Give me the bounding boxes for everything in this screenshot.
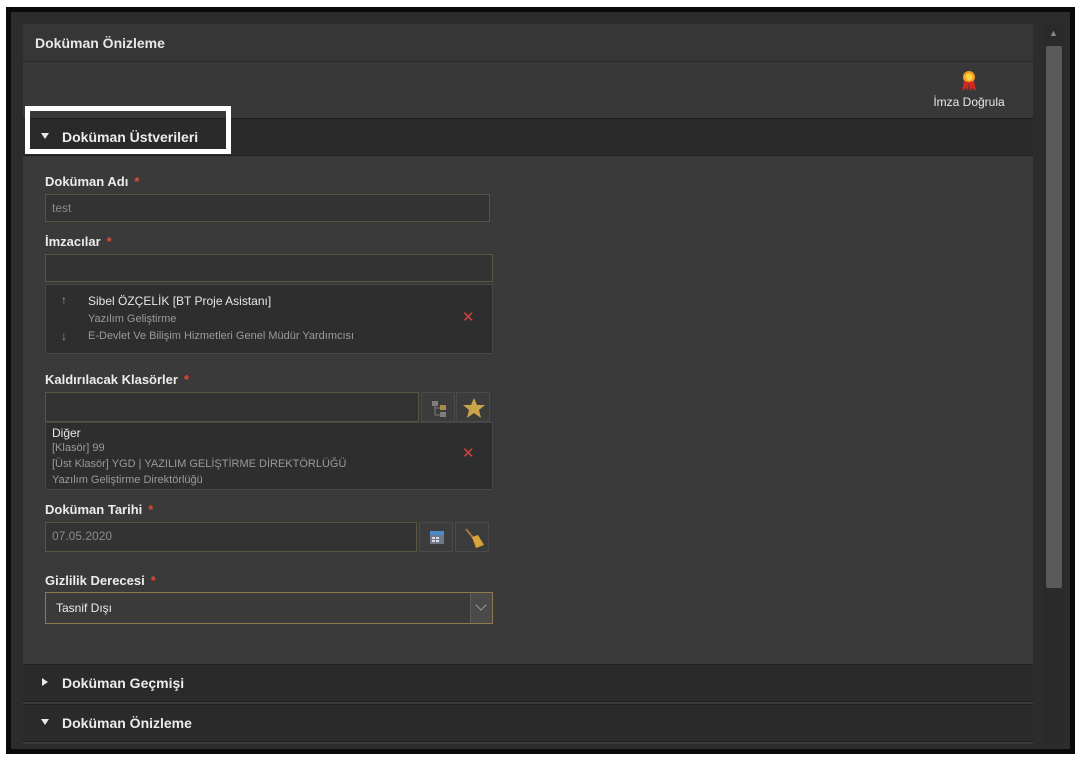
favorites-button[interactable] <box>456 392 490 422</box>
signers-label: İmzacılar * <box>45 234 112 249</box>
dialog-body: Doküman Önizleme İmza Doğrula Doküman Üs… <box>23 24 1033 744</box>
folder-unit: Yazılım Geliştirme Direktörlüğü <box>52 474 203 486</box>
section-preview-header[interactable]: Doküman Önizleme <box>23 704 1033 742</box>
privacy-select[interactable]: Tasnif Dışı <box>45 592 493 624</box>
window-title-bar: Doküman Önizleme <box>23 24 1033 62</box>
folder-tree-icon <box>432 401 446 417</box>
doc-date-label: Doküman Tarihi * <box>45 502 154 517</box>
signers-list: ↑ ↓ Sibel ÖZÇELİK [BT Proje Asistanı] Ya… <box>45 284 493 354</box>
privacy-selected-value: Tasnif Dışı <box>56 601 113 615</box>
privacy-label: Gizlilik Derecesi * <box>45 573 156 588</box>
verify-signature-button[interactable]: İmza Doğrula <box>927 70 1011 114</box>
caret-down-icon <box>41 133 49 139</box>
signer-unit: Yazılım Geliştirme <box>88 313 177 325</box>
clear-date-button[interactable] <box>455 522 489 552</box>
dialog-frame: Doküman Önizleme İmza Doğrula Doküman Üs… <box>6 7 1075 754</box>
remove-signer-icon[interactable]: ✕ <box>462 308 475 326</box>
scrollbar-thumb[interactable] <box>1046 46 1062 588</box>
verify-signature-label: İmza Doğrula <box>933 95 1005 109</box>
signers-input[interactable] <box>45 254 493 282</box>
move-down-icon[interactable]: ↓ <box>61 329 67 343</box>
scroll-up-icon[interactable]: ▲ <box>1049 28 1058 38</box>
signer-name: Sibel ÖZÇELİK [BT Proje Asistanı] <box>88 294 272 308</box>
doc-name-label: Doküman Adı * <box>45 174 140 189</box>
broom-icon <box>465 528 484 548</box>
required-marker: * <box>134 174 140 189</box>
move-up-icon[interactable]: ↑ <box>61 293 67 307</box>
vertical-scrollbar[interactable]: ▲ <box>1044 24 1064 744</box>
folder-parent: [Üst Klasör] YGD | YAZILIM GELİŞTİRME Dİ… <box>52 458 347 470</box>
folder-tree-button[interactable] <box>421 392 455 422</box>
section-history-title: Doküman Geçmişi <box>62 675 185 691</box>
star-icon <box>463 398 485 418</box>
caret-right-icon <box>42 678 48 686</box>
toolbar: İmza Doğrula <box>23 62 1033 118</box>
date-picker-button[interactable] <box>419 522 453 552</box>
folders-list: Diğer [Klasör] 99 [Üst Klasör] YGD | YAZ… <box>45 422 493 490</box>
chevron-down-icon <box>470 593 492 623</box>
folders-input[interactable] <box>45 392 419 422</box>
window-title: Doküman Önizleme <box>35 35 165 51</box>
required-marker: * <box>148 502 154 517</box>
calendar-icon <box>430 531 444 544</box>
folders-label: Kaldırılacak Klasörler * <box>45 372 190 387</box>
section-history-header[interactable]: Doküman Geçmişi <box>23 664 1033 702</box>
required-marker: * <box>106 234 112 249</box>
remove-folder-icon[interactable]: ✕ <box>462 444 475 462</box>
section-metadata-header[interactable]: Doküman Üstverileri <box>23 118 1033 156</box>
required-marker: * <box>150 573 156 588</box>
award-ribbon-icon <box>962 71 976 91</box>
folder-code: [Klasör] 99 <box>52 442 105 454</box>
doc-date-input[interactable]: 07.05.2020 <box>45 522 417 552</box>
section-preview-title: Doküman Önizleme <box>62 715 192 731</box>
signer-dept: E-Devlet Ve Bilişim Hizmetleri Genel Müd… <box>88 330 355 342</box>
doc-name-input[interactable]: test <box>45 194 490 222</box>
folder-name: Diğer <box>52 426 81 440</box>
section-metadata-title: Doküman Üstverileri <box>62 129 199 145</box>
required-marker: * <box>183 372 190 387</box>
caret-down-icon <box>41 719 49 725</box>
